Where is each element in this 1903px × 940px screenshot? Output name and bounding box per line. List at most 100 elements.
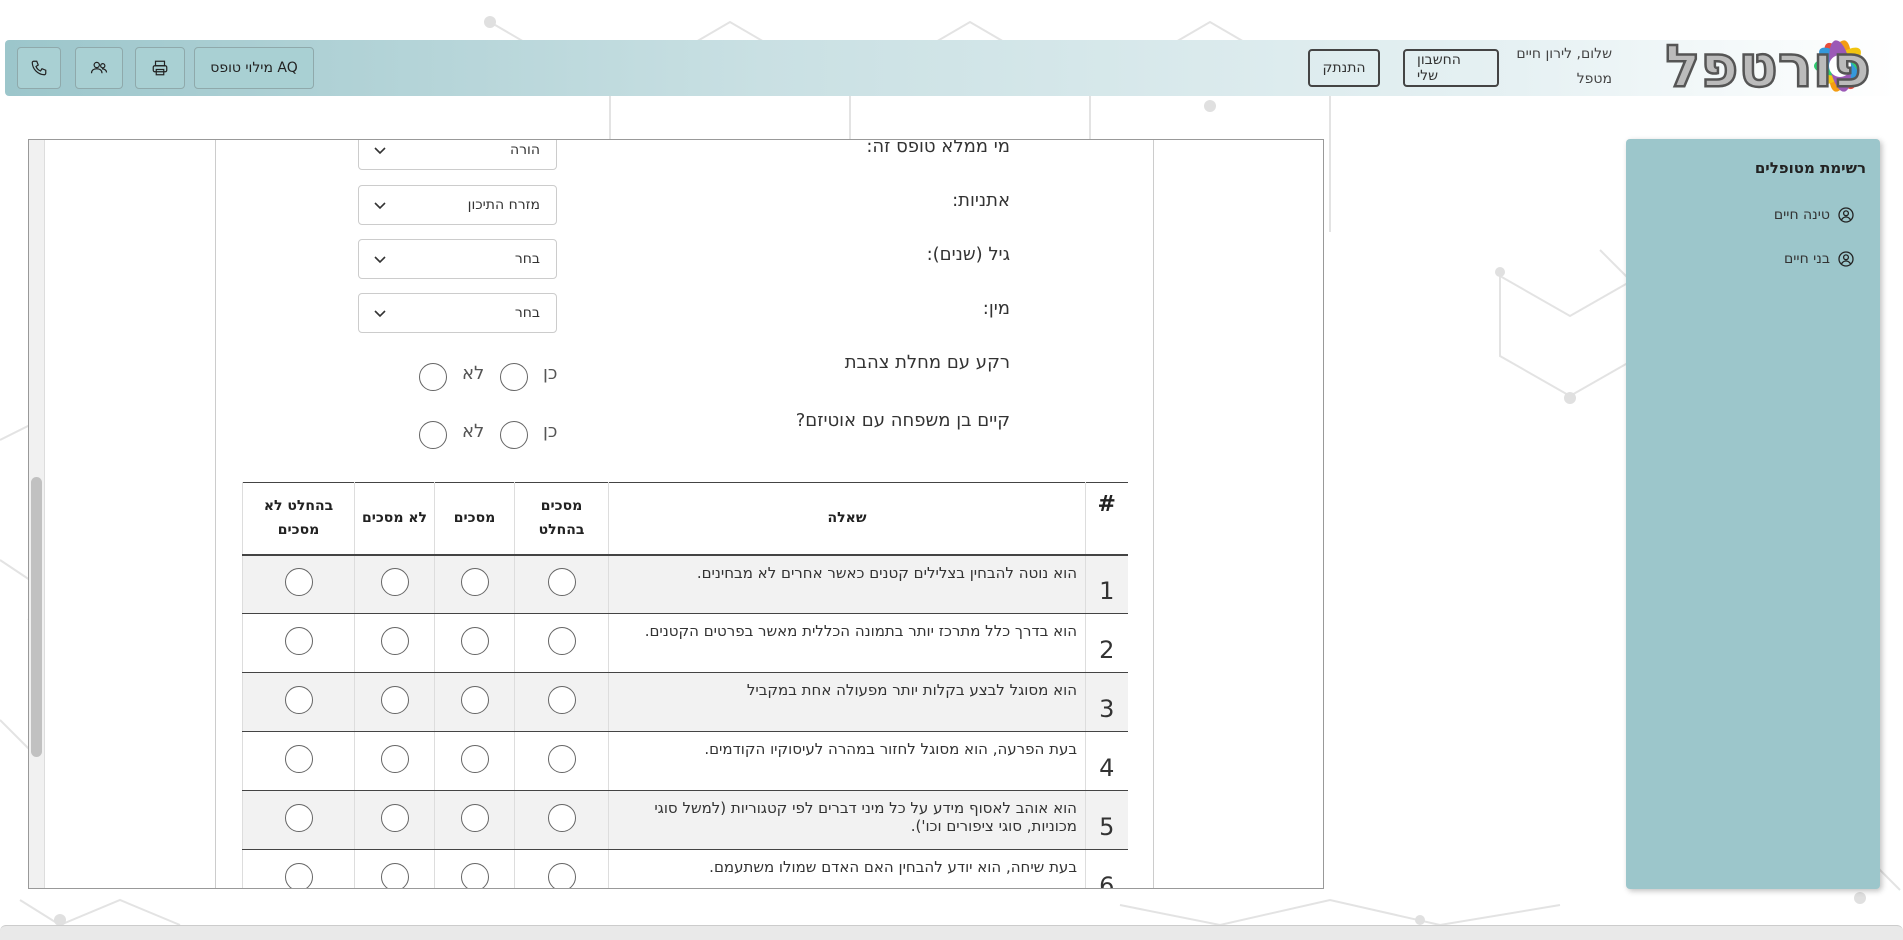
table-row: 2 הוא בדרך כלל מתרכז יותר בתמונה הכללית … xyxy=(242,613,1128,673)
scrollbar-thumb[interactable] xyxy=(31,477,42,757)
disagree-cell xyxy=(354,849,435,888)
filler-label: מי ממלא טופס זה: xyxy=(866,139,1010,157)
portfel-logo: פורטפל xyxy=(1664,31,1872,102)
agree-radio[interactable] xyxy=(460,863,489,888)
definitely-agree-cell xyxy=(514,672,609,732)
table-row: 5 הוא אוהב לאסוף מידע על כל מיני דברים ל… xyxy=(242,790,1128,850)
definitely-disagree-cell xyxy=(242,554,355,614)
disagree-radio[interactable] xyxy=(380,627,409,655)
definitely-agree-cell xyxy=(514,790,609,850)
col-disagree-header: לא מסכים xyxy=(354,482,435,556)
table-row: 6 בעת שיחה, הוא יודע להבחין האם האדם שמו… xyxy=(242,849,1128,888)
autism-family-no-radio[interactable] xyxy=(419,421,447,449)
sidebar-title: רשימת מטופלים xyxy=(1754,159,1866,177)
logout-button[interactable]: התנתק xyxy=(1308,49,1380,87)
disagree-radio[interactable] xyxy=(380,745,409,773)
table-row: 4 בעת הפרעה, הוא מסוגל לחזור במהרה לעיסו… xyxy=(242,731,1128,791)
row-number: 6 xyxy=(1085,849,1128,888)
disagree-radio[interactable] xyxy=(380,686,409,714)
row-question: בעת הפרעה, הוא מסוגל לחזור במהרה לעיסוקי… xyxy=(608,731,1086,791)
greeting-text: שלום, לירון חיים xyxy=(1516,46,1612,62)
table-row: 1 הוא נוטה להבחין בצלילים קטנים כאשר אחר… xyxy=(242,554,1128,614)
user-role: מטפל xyxy=(1576,71,1612,87)
col-agree-header: מסכים xyxy=(434,482,515,556)
autism-family-label: קיים בן משפחה עם אוטיזם? xyxy=(795,410,1010,431)
yellow-fever-yes-radio[interactable] xyxy=(500,363,528,391)
yellow-fever-no-radio[interactable] xyxy=(419,363,447,391)
disagree-radio[interactable] xyxy=(380,863,409,888)
definitely-agree-radio[interactable] xyxy=(547,627,576,655)
agree-radio[interactable] xyxy=(460,627,489,655)
age-value: בחר xyxy=(514,251,540,267)
agree-radio[interactable] xyxy=(460,686,489,714)
table-header-row: # שאלה מסכים בהחלט מסכים לא מסכים בהחלט … xyxy=(242,482,1128,556)
gender-value: בחר xyxy=(514,305,540,321)
patient-item[interactable]: בני חיים xyxy=(1640,237,1866,281)
definitely-disagree-radio[interactable] xyxy=(284,745,313,773)
definitely-disagree-radio[interactable] xyxy=(284,686,313,714)
fill-form-button[interactable]: מילוי טופס AQ xyxy=(194,47,314,89)
definitely-disagree-cell xyxy=(242,790,355,850)
user-greeting: שלום, לירון חיים מטפל xyxy=(1516,42,1612,92)
scrollbar[interactable] xyxy=(29,140,45,888)
agree-radio[interactable] xyxy=(460,745,489,773)
definitely-disagree-radio[interactable] xyxy=(284,863,313,888)
row-number: 2 xyxy=(1085,613,1128,673)
definitely-agree-radio[interactable] xyxy=(547,804,576,832)
col-num-header: # xyxy=(1085,482,1128,556)
disagree-radio[interactable] xyxy=(380,568,409,597)
logo-text: פורטפל xyxy=(1665,32,1871,100)
row-question: הוא נוטה להבחין בצלילים קטנים כאשר אחרים… xyxy=(608,554,1086,614)
agree-cell xyxy=(434,790,515,850)
user-circle-icon xyxy=(1838,251,1854,267)
definitely-disagree-radio[interactable] xyxy=(284,804,313,832)
definitely-agree-radio[interactable] xyxy=(547,745,576,773)
printer-icon xyxy=(152,60,168,76)
age-label: גיל (שנים): xyxy=(926,244,1010,265)
definitely-disagree-radio[interactable] xyxy=(284,568,313,597)
definitely-disagree-radio[interactable] xyxy=(284,627,313,655)
patient-name: טינה חיים xyxy=(1773,207,1830,223)
definitely-agree-radio[interactable] xyxy=(547,568,576,597)
agree-radio[interactable] xyxy=(460,804,489,832)
disagree-cell xyxy=(354,672,435,732)
table-row: 3 הוא מסוגל לבצע בקלות יותר מפעולה אחת ב… xyxy=(242,672,1128,732)
definitely-disagree-cell xyxy=(242,672,355,732)
gender-select[interactable]: בחר xyxy=(358,293,557,333)
age-select[interactable]: בחר xyxy=(358,239,557,279)
patient-name: בני חיים xyxy=(1784,251,1830,267)
gender-label: מין: xyxy=(982,298,1010,319)
patient-item[interactable]: טינה חיים xyxy=(1640,193,1866,237)
col-definitely-disagree-header: בהחלט לא מסכים xyxy=(242,482,355,556)
agree-cell xyxy=(434,849,515,888)
patients-button[interactable] xyxy=(75,47,123,89)
ethnicity-label: אתניות: xyxy=(952,190,1010,211)
row-number: 3 xyxy=(1085,672,1128,732)
ethnicity-select[interactable]: מזרח התיכון xyxy=(358,185,557,225)
row-number: 4 xyxy=(1085,731,1128,791)
agree-radio[interactable] xyxy=(460,568,489,597)
agree-cell xyxy=(434,731,515,791)
yellow-fever-yes-label: כן xyxy=(543,363,558,384)
phone-button[interactable] xyxy=(17,47,61,89)
row-question: הוא מסוגל לבצע בקלות יותר מפעולה אחת במק… xyxy=(608,672,1086,732)
filler-value: הורה xyxy=(509,142,540,158)
yellow-fever-label: רקע עם מחלת צהבת xyxy=(844,352,1010,373)
print-button[interactable] xyxy=(135,47,185,89)
definitely-agree-radio[interactable] xyxy=(547,686,576,714)
autism-family-yes-radio[interactable] xyxy=(500,421,528,449)
definitely-agree-cell xyxy=(514,613,609,673)
agree-cell xyxy=(434,672,515,732)
chevron-down-icon xyxy=(374,310,386,318)
disagree-cell xyxy=(354,613,435,673)
chevron-down-icon xyxy=(374,256,386,264)
row-number: 5 xyxy=(1085,790,1128,850)
disagree-cell xyxy=(354,731,435,791)
filler-select[interactable]: הורה xyxy=(358,140,557,170)
chevron-down-icon xyxy=(374,202,386,210)
my-account-button[interactable]: החשבון שלי xyxy=(1403,49,1499,87)
definitely-agree-radio[interactable] xyxy=(547,863,576,888)
disagree-radio[interactable] xyxy=(380,804,409,832)
chevron-down-icon xyxy=(374,147,386,155)
definitely-disagree-cell xyxy=(242,613,355,673)
